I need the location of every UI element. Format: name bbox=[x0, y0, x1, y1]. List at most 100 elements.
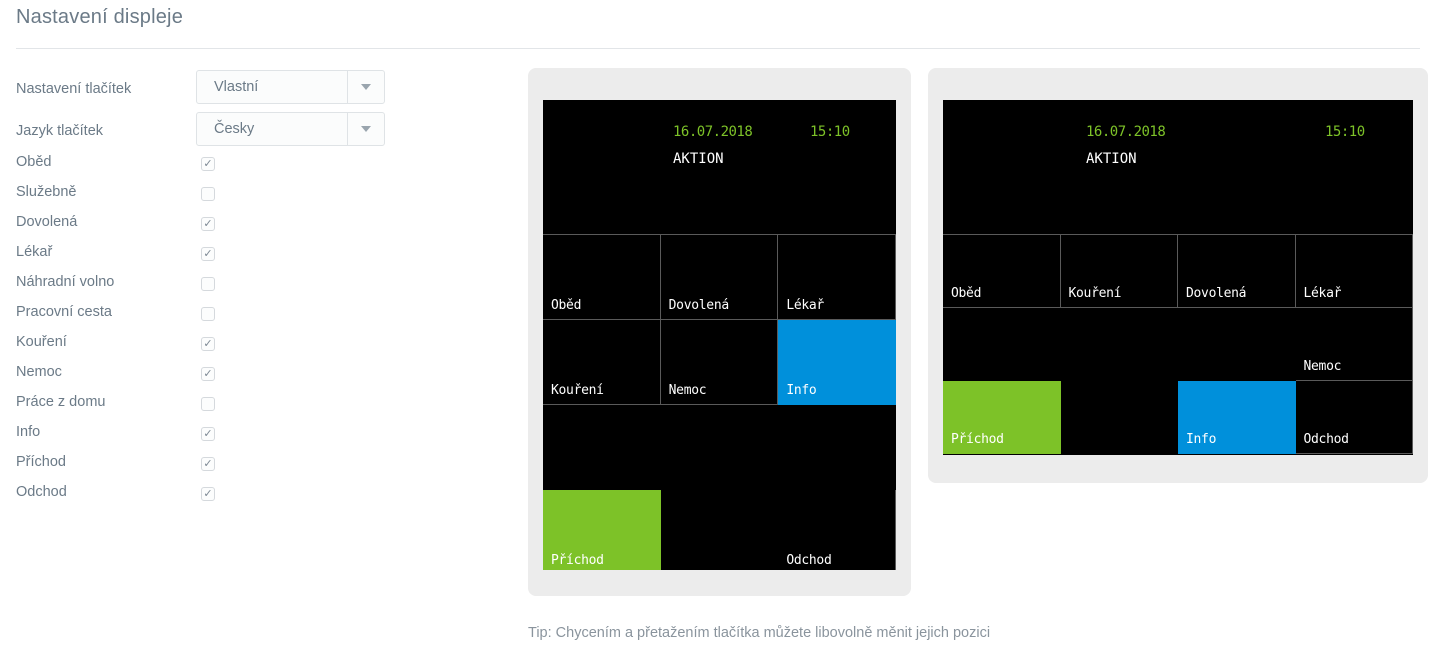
checkbox-row[interactable]: Dovolená ✓ bbox=[0, 214, 500, 244]
check-icon: ✓ bbox=[203, 217, 213, 230]
device-tile[interactable]: Lékař bbox=[778, 235, 896, 320]
caret-shape bbox=[361, 84, 371, 90]
checkbox-row[interactable]: Kouření ✓ bbox=[0, 334, 500, 364]
title-divider bbox=[16, 48, 1420, 49]
checkbox-row[interactable]: Oběd ✓ bbox=[0, 154, 500, 184]
checkbox-label: Lékař bbox=[16, 244, 53, 260]
device-tile[interactable]: Info bbox=[1178, 381, 1296, 454]
device-tile[interactable]: Příchod bbox=[943, 381, 1061, 454]
device-tile[interactable]: Odchod bbox=[1295, 381, 1413, 454]
device-tile[interactable]: Nemoc bbox=[1295, 308, 1413, 381]
device-tile-empty bbox=[1060, 308, 1178, 381]
device-tile-label: Odchod bbox=[1303, 432, 1349, 447]
checkbox-label: Kouření bbox=[16, 334, 67, 350]
screen-time: 15:10 bbox=[810, 124, 850, 140]
device-tile-empty bbox=[660, 405, 779, 490]
device-tile-label: Oběd bbox=[951, 286, 982, 301]
checkbox-row[interactable]: Lékař ✓ bbox=[0, 244, 500, 274]
checkbox-checked[interactable]: ✓ bbox=[201, 247, 215, 261]
checkbox-row[interactable]: Odchod ✓ bbox=[0, 484, 500, 514]
device-tile[interactable]: Odchod bbox=[778, 490, 896, 570]
checkbox-label: Odchod bbox=[16, 484, 67, 500]
device-tile[interactable]: Dovolená bbox=[1178, 235, 1296, 308]
checkbox-checked[interactable]: ✓ bbox=[201, 427, 215, 441]
device-tile-grid: Oběd Dovolená Lékař Kouření Nemoc Info Příchod… bbox=[543, 234, 896, 570]
device-tile[interactable]: Příchod bbox=[543, 490, 661, 570]
screen-time: 15:10 bbox=[1325, 124, 1365, 140]
device-tile-label: Lékař bbox=[786, 298, 824, 313]
device-tile[interactable]: Nemoc bbox=[660, 320, 779, 405]
chevron-down-icon[interactable] bbox=[347, 71, 384, 103]
device-preview-panel-3col[interactable]: 16.07.2018 15:10 AKTION Oběd Dovolená Léka… bbox=[528, 68, 911, 596]
checkbox-checked[interactable]: ✓ bbox=[201, 487, 215, 501]
device-tile[interactable]: Oběd bbox=[943, 235, 1061, 308]
checkbox-row[interactable]: Služebně ✓ bbox=[0, 184, 500, 214]
device-tile[interactable]: Dovolená bbox=[660, 235, 779, 320]
checkbox-row[interactable]: Práce z domu ✓ bbox=[0, 394, 500, 424]
checkbox-checked[interactable]: ✓ bbox=[201, 457, 215, 471]
device-tile[interactable]: Kouření bbox=[543, 320, 661, 405]
button-visibility-checkbox-list: Oběd✓Služebně✓Dovolená✓Lékař✓Náhradní vo… bbox=[0, 154, 500, 514]
checkbox-unchecked[interactable]: ✓ bbox=[201, 277, 215, 291]
checkbox-unchecked[interactable]: ✓ bbox=[201, 397, 215, 411]
device-tile-label: Dovolená bbox=[668, 298, 730, 313]
device-tile-label: Nemoc bbox=[1303, 359, 1342, 374]
checkbox-label: Oběd bbox=[16, 154, 52, 170]
display-settings-form: Nastavení tlačítek Vlastní Jazyk tlačíte… bbox=[0, 70, 500, 514]
device-tile[interactable]: Oběd bbox=[543, 235, 661, 320]
chevron-down-icon[interactable] bbox=[347, 113, 384, 145]
checkbox-row[interactable]: Příchod ✓ bbox=[0, 454, 500, 484]
device-screen[interactable]: 16.07.2018 15:10 AKTION Oběd Kouření Dovol… bbox=[943, 100, 1413, 455]
checkbox-label: Dovolená bbox=[16, 214, 78, 230]
device-tile-empty bbox=[778, 405, 896, 490]
checkbox-label: Pracovní cesta bbox=[16, 304, 112, 320]
checkbox-unchecked[interactable]: ✓ bbox=[201, 187, 215, 201]
select-button-settings-value: Vlastní bbox=[214, 79, 259, 95]
device-tile[interactable]: Lékař bbox=[1295, 235, 1413, 308]
device-tile-empty bbox=[1178, 308, 1296, 381]
select-button-language[interactable]: Česky bbox=[196, 112, 385, 146]
select-button-settings[interactable]: Vlastní bbox=[196, 70, 385, 104]
label-button-settings: Nastavení tlačítek bbox=[16, 81, 132, 97]
device-screen-header: 16.07.2018 15:10 AKTION bbox=[943, 100, 1413, 234]
checkbox-checked[interactable]: ✓ bbox=[201, 157, 215, 171]
device-screen[interactable]: 16.07.2018 15:10 AKTION Oběd Dovolená Léka… bbox=[543, 100, 896, 570]
check-icon: ✓ bbox=[203, 367, 213, 380]
checkbox-checked[interactable]: ✓ bbox=[201, 337, 215, 351]
checkbox-label: Nemoc bbox=[16, 364, 62, 380]
tip-text: Tip: Chycením a přetažením tlačítka může… bbox=[528, 625, 991, 641]
form-row-button-language: Jazyk tlačítek Česky bbox=[0, 112, 500, 154]
device-tile-label: Info bbox=[786, 383, 817, 398]
label-button-language: Jazyk tlačítek bbox=[16, 123, 104, 139]
checkbox-row[interactable]: Nemoc ✓ bbox=[0, 364, 500, 394]
check-icon: ✓ bbox=[203, 247, 213, 260]
check-icon: ✓ bbox=[203, 337, 213, 350]
device-tile-empty bbox=[543, 405, 661, 490]
checkbox-checked[interactable]: ✓ bbox=[201, 217, 215, 231]
form-row-button-settings: Nastavení tlačítek Vlastní bbox=[0, 70, 500, 112]
screen-date: 16.07.2018 bbox=[673, 124, 753, 140]
checkbox-row[interactable]: Info ✓ bbox=[0, 424, 500, 454]
checkbox-row[interactable]: Náhradní volno ✓ bbox=[0, 274, 500, 304]
page-title: Nastavení displeje bbox=[16, 6, 184, 28]
screen-brand: AKTION bbox=[1086, 151, 1137, 167]
check-icon: ✓ bbox=[203, 157, 213, 170]
device-tile-label: Kouření bbox=[1068, 286, 1122, 301]
checkbox-label: Služebně bbox=[16, 184, 77, 200]
device-screen-header: 16.07.2018 15:10 AKTION bbox=[543, 100, 896, 234]
checkbox-checked[interactable]: ✓ bbox=[201, 367, 215, 381]
device-tile[interactable]: Kouření bbox=[1060, 235, 1178, 308]
checkbox-label: Práce z domu bbox=[16, 394, 106, 410]
device-preview-panel-4col[interactable]: 16.07.2018 15:10 AKTION Oběd Kouření Dovol… bbox=[928, 68, 1428, 483]
caret-shape bbox=[361, 126, 371, 132]
device-tile-label: Info bbox=[1186, 432, 1217, 447]
device-tile[interactable]: Info bbox=[778, 320, 896, 405]
checkbox-label: Náhradní volno bbox=[16, 274, 115, 290]
checkbox-label: Příchod bbox=[16, 454, 66, 470]
device-tile-label: Dovolená bbox=[1186, 286, 1247, 301]
screen-date: 16.07.2018 bbox=[1086, 124, 1166, 140]
checkbox-row[interactable]: Pracovní cesta ✓ bbox=[0, 304, 500, 334]
device-tile-label: Příchod bbox=[951, 432, 1004, 447]
check-icon: ✓ bbox=[203, 457, 213, 470]
checkbox-unchecked[interactable]: ✓ bbox=[201, 307, 215, 321]
